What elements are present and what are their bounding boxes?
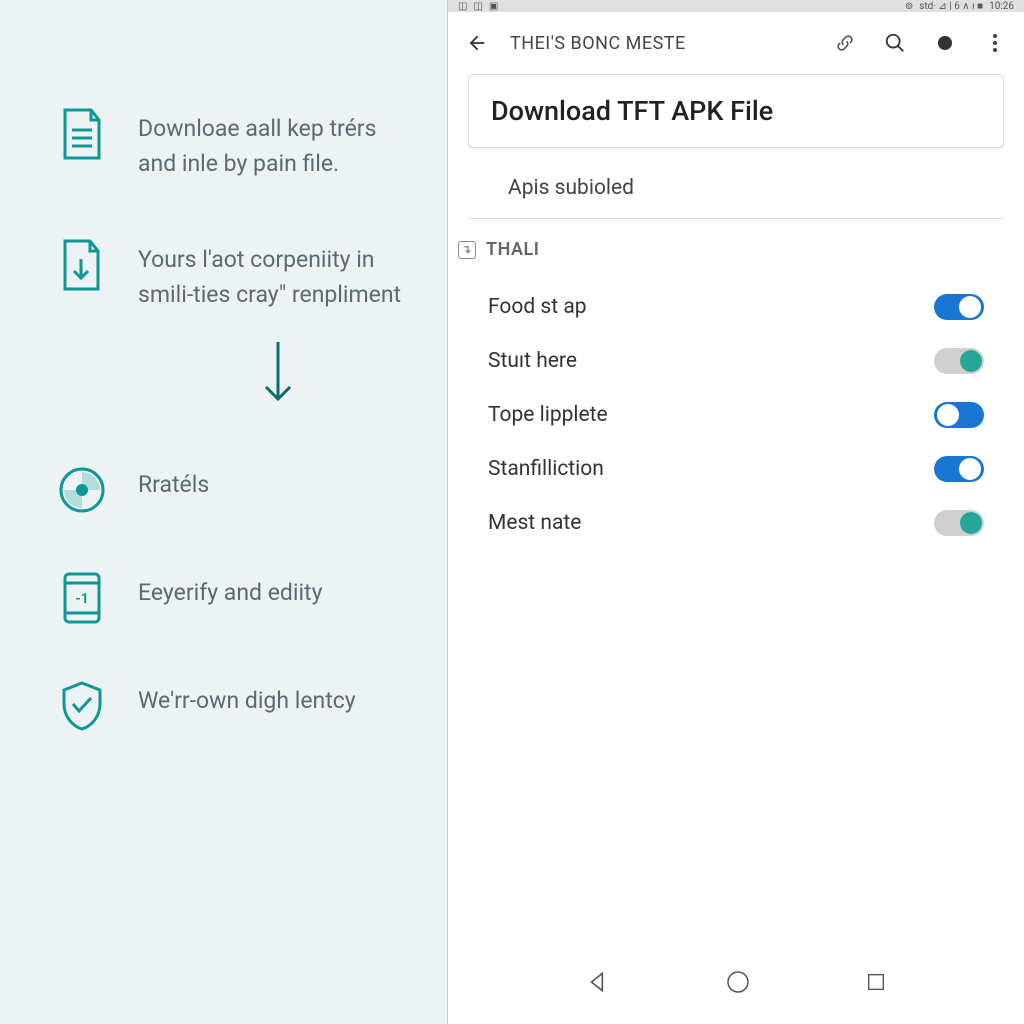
document-icon: [58, 110, 106, 158]
step-text-1: Downloae aall kep trérs and inle by pain…: [138, 110, 407, 181]
setting-row-2: Stuıt here: [488, 334, 984, 388]
section-header: ↴ THALI: [448, 219, 1024, 280]
target-icon: [58, 466, 106, 514]
more-icon[interactable]: [984, 32, 1006, 54]
step-text-2: Yours l'aot corpeniity in smili-ties cra…: [138, 241, 407, 312]
toggle-2[interactable]: [934, 348, 984, 374]
step-item-5: We'rr-own digh lentcy: [58, 682, 407, 730]
svg-text:-1: -1: [75, 591, 89, 607]
toggle-1[interactable]: [934, 294, 984, 320]
phone-screen: ◫◫▣ ⊚ std· ⊿ | 6 ∧ ı ■ 10:26 THEI'S BONC…: [447, 0, 1024, 1024]
search-icon[interactable]: [884, 32, 906, 54]
setting-row-3: Tope lipplete: [488, 388, 984, 442]
step-text-5: We'rr-own digh lentcy: [138, 682, 356, 719]
toggle-4[interactable]: [934, 456, 984, 482]
device-icon: -1: [58, 574, 106, 622]
setting-row-4: Stanfilliction: [488, 442, 984, 496]
back-icon[interactable]: [466, 32, 488, 54]
arrow-down-icon: [258, 337, 407, 411]
status-time: 10:26: [989, 1, 1014, 12]
settings-list: Food st ap Stuıt here Tope lipplete Stan…: [448, 280, 1024, 550]
step-text-4: Eeyerify and ediity: [138, 574, 322, 611]
record-icon[interactable]: [934, 32, 956, 54]
step-text-3: Rratéls: [138, 466, 209, 503]
step-item-2: Yours l'aot corpeniity in smili-ties cra…: [58, 241, 407, 312]
setting-row-5: Mest nate: [488, 496, 984, 550]
card-title: Download TFT APK File: [491, 95, 981, 127]
setting-label: Stanfilliction: [488, 457, 604, 481]
shield-check-icon: [58, 682, 106, 730]
toggle-5[interactable]: [934, 510, 984, 536]
setting-row-1: Food st ap: [488, 280, 984, 334]
nav-bar: [448, 959, 1024, 1009]
step-item-4: -1 Eeyerify and ediity: [58, 574, 407, 622]
status-signal: std· ⊿ | 6 ∧ ı ■: [919, 1, 983, 12]
app-bar-title: THEI'S BONC MESTE: [510, 33, 812, 54]
step-item-3: Rratéls: [58, 466, 407, 514]
setting-label: Mest nate: [488, 511, 581, 535]
nav-recent-icon[interactable]: [865, 971, 887, 997]
status-right-icons: ⊚ std· ⊿ | 6 ∧ ı ■ 10:26: [905, 1, 1014, 12]
download-card[interactable]: Download TFT APK File: [468, 74, 1004, 148]
setting-label: Food st ap: [488, 295, 587, 319]
section-header-label: THALI: [486, 239, 539, 260]
setting-label: Stuıt here: [488, 349, 577, 373]
link-icon[interactable]: [834, 32, 856, 54]
status-bar: ◫◫▣ ⊚ std· ⊿ | 6 ∧ ı ■ 10:26: [448, 0, 1024, 12]
status-left-icons: ◫◫▣: [458, 1, 498, 12]
setting-label: Tope lipplete: [488, 403, 608, 427]
section-header-icon: ↴: [458, 241, 476, 259]
left-info-panel: Downloae aall kep trérs and inle by pain…: [0, 0, 447, 1024]
toggle-3[interactable]: [934, 402, 984, 428]
nav-back-icon[interactable]: [585, 969, 611, 999]
subtitle-row: Apis subioled: [468, 158, 1004, 219]
nav-home-icon[interactable]: [726, 970, 750, 998]
app-bar: THEI'S BONC MESTE: [448, 12, 1024, 74]
download-file-icon: [58, 241, 106, 289]
step-item-1: Downloae aall kep trérs and inle by pain…: [58, 110, 407, 181]
